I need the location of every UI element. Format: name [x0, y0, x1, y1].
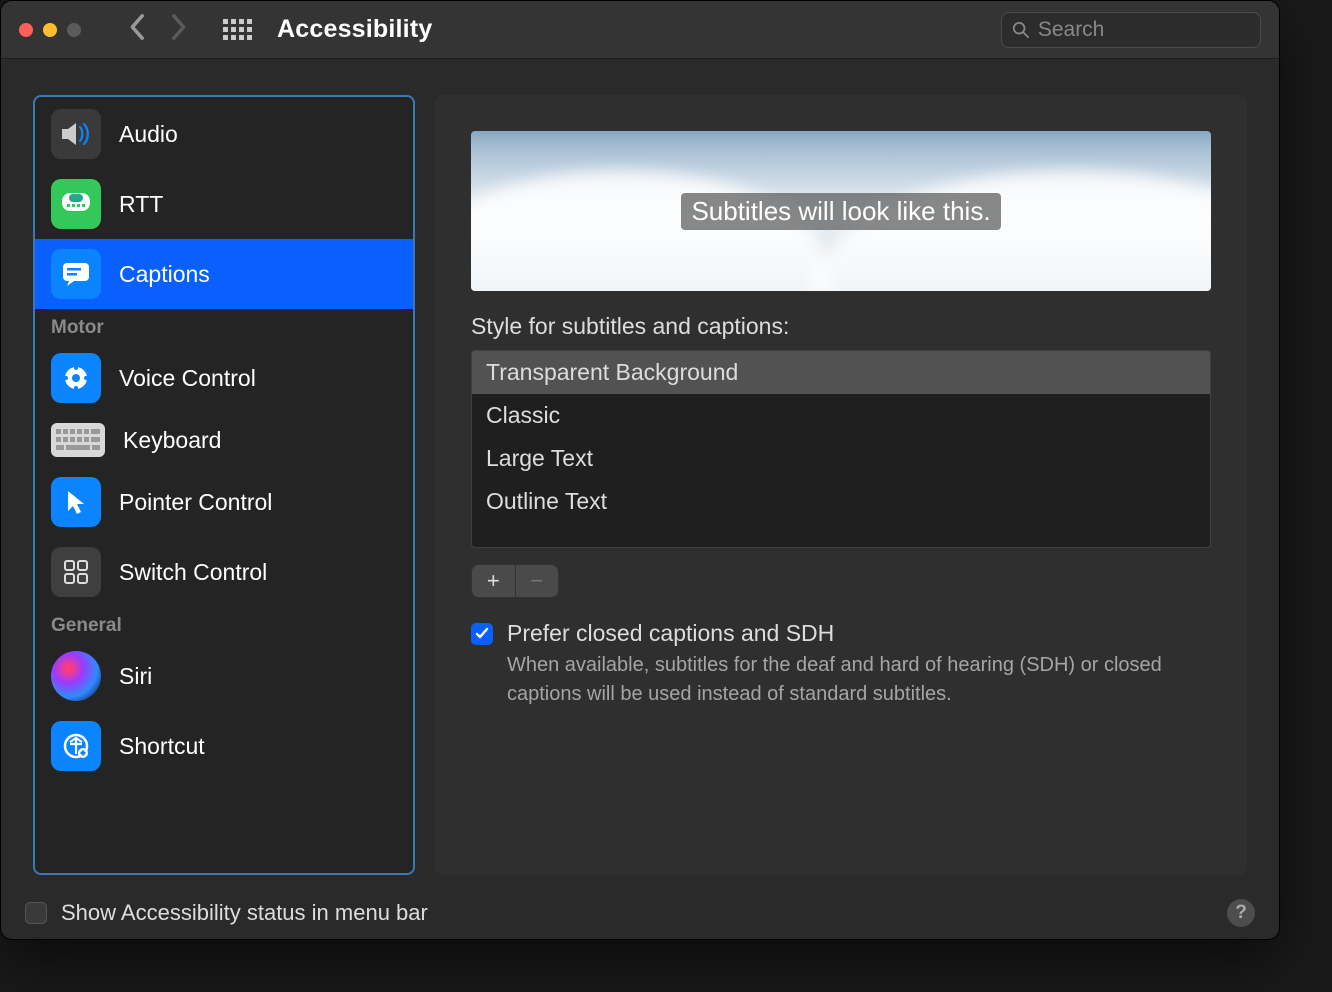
sidebar-item-pointer-control[interactable]: Pointer Control — [35, 467, 413, 537]
style-row-large[interactable]: Large Text — [472, 437, 1210, 480]
sidebar-item-switch-control[interactable]: Switch Control — [35, 537, 413, 607]
sidebar-item-label: RTT — [119, 191, 163, 218]
switch-control-icon — [51, 547, 101, 597]
sidebar-item-label: Pointer Control — [119, 489, 272, 516]
style-row-transparent[interactable]: Transparent Background — [472, 351, 1210, 394]
body: Audio RTT Captions Motor — [1, 59, 1279, 887]
sidebar-item-audio[interactable]: Audio — [35, 99, 413, 169]
close-window-button[interactable] — [19, 23, 33, 37]
checkmark-icon — [475, 627, 489, 641]
add-style-button[interactable]: + — [472, 565, 515, 597]
help-button[interactable]: ? — [1227, 899, 1255, 927]
prefer-sdh-checkbox[interactable] — [471, 623, 493, 645]
subtitle-preview-text: Subtitles will look like this. — [681, 193, 1000, 230]
style-row-outline[interactable]: Outline Text — [472, 480, 1210, 523]
search-field[interactable] — [1001, 12, 1261, 48]
preferences-window: Accessibility Audio — [0, 0, 1280, 940]
sidebar-item-rtt[interactable]: RTT — [35, 169, 413, 239]
show-status-checkbox[interactable] — [25, 902, 47, 924]
sidebar-item-voice-control[interactable]: Voice Control — [35, 343, 413, 413]
captions-icon — [51, 249, 101, 299]
sidebar-item-label: Voice Control — [119, 365, 256, 392]
show-all-button[interactable] — [223, 19, 253, 41]
subtitle-preview: Subtitles will look like this. — [471, 131, 1211, 291]
window-title: Accessibility — [277, 15, 991, 44]
sidebar-item-label: Keyboard — [123, 427, 221, 454]
siri-icon — [51, 651, 101, 701]
sidebar[interactable]: Audio RTT Captions Motor — [33, 95, 415, 875]
show-status-label[interactable]: Show Accessibility status in menu bar — [61, 900, 428, 926]
style-label: Style for subtitles and captions: — [471, 313, 1211, 340]
sidebar-item-label: Audio — [119, 121, 178, 148]
remove-style-button: − — [516, 565, 559, 597]
section-general: General — [35, 607, 413, 641]
prefer-sdh-row: Prefer closed captions and SDH When avai… — [471, 620, 1211, 709]
sidebar-item-keyboard[interactable]: Keyboard — [35, 413, 413, 467]
sidebar-item-label: Siri — [119, 663, 152, 690]
section-motor: Motor — [35, 309, 413, 343]
shortcut-icon — [51, 721, 101, 771]
forward-button[interactable] — [169, 13, 187, 46]
sidebar-item-label: Switch Control — [119, 559, 267, 586]
footer: Show Accessibility status in menu bar ? — [1, 887, 1279, 939]
zoom-window-button — [67, 23, 81, 37]
rtt-icon — [51, 179, 101, 229]
back-button[interactable] — [129, 13, 147, 46]
sidebar-item-captions[interactable]: Captions — [35, 239, 413, 309]
style-list[interactable]: Transparent Background Classic Large Tex… — [471, 350, 1211, 548]
main-panel: Subtitles will look like this. Style for… — [435, 95, 1247, 875]
window-controls — [19, 23, 81, 37]
prefer-sdh-label[interactable]: Prefer closed captions and SDH — [507, 620, 1187, 647]
voice-control-icon — [51, 353, 101, 403]
sidebar-item-siri[interactable]: Siri — [35, 641, 413, 711]
prefer-sdh-description: When available, subtitles for the deaf a… — [507, 651, 1187, 709]
minimize-window-button[interactable] — [43, 23, 57, 37]
style-row-classic[interactable]: Classic — [472, 394, 1210, 437]
sidebar-item-shortcut[interactable]: Shortcut — [35, 711, 413, 781]
nav-arrows — [129, 13, 187, 46]
style-list-buttons: + − — [471, 564, 559, 598]
sidebar-item-label: Captions — [119, 261, 210, 288]
search-input[interactable] — [1038, 18, 1250, 42]
keyboard-icon — [51, 423, 105, 457]
pointer-control-icon — [51, 477, 101, 527]
audio-icon — [51, 109, 101, 159]
search-icon — [1012, 20, 1030, 40]
titlebar: Accessibility — [1, 1, 1279, 59]
sidebar-item-label: Shortcut — [119, 733, 205, 760]
